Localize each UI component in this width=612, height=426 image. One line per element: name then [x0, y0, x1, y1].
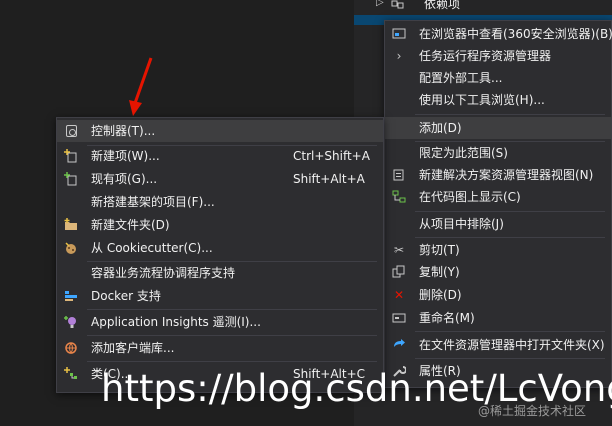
class-icon: [64, 367, 78, 381]
new-folder-icon: [64, 218, 78, 232]
menu-item-add[interactable]: 添加(D): [385, 117, 611, 139]
tree-node-label: 依赖项: [424, 0, 461, 11]
delete-x-icon: ✕: [393, 288, 405, 302]
existing-item-icon: [64, 172, 78, 186]
menu-item-scope-to-this[interactable]: 限定为此范围(S): [385, 142, 611, 164]
menu-item-browse-with[interactable]: 使用以下工具浏览(H)...: [385, 89, 611, 111]
menu-item-new-solution-view[interactable]: 新建解决方案资源管理器视图(N): [385, 164, 611, 186]
client-library-icon: [64, 341, 78, 355]
menu-separator: [87, 335, 377, 336]
menu-item-cut[interactable]: ✂ 剪切(T): [385, 239, 611, 261]
menu-item-task-runner[interactable]: › 任务运行程序资源管理器: [385, 45, 611, 67]
browser-icon: [392, 27, 406, 41]
menu-item-controller[interactable]: 控制器(T)...: [57, 120, 383, 142]
menu-item-show-on-code-map[interactable]: 在代码图上显示(C): [385, 186, 611, 208]
menu-item-open-in-explorer[interactable]: 在文件资源管理器中打开文件夹(X): [385, 334, 611, 356]
menu-item-orchestrator-support[interactable]: 容器业务流程协调程序支持: [57, 262, 383, 284]
tree-node-dependencies[interactable]: ▷ 依赖项: [354, 0, 612, 14]
submenu-add: 控制器(T)... 新建项(W)... Ctrl+Shift+A 现有项(G).…: [56, 117, 384, 393]
menu-item-existing-item[interactable]: 现有项(G)... Shift+Alt+A: [57, 168, 383, 190]
menu-item-delete[interactable]: ✕ 删除(D): [385, 284, 611, 306]
menu-item-copy[interactable]: 复制(Y): [385, 261, 611, 283]
menu-item-docker-support[interactable]: Docker 支持: [57, 285, 383, 307]
context-menu-project: 在浏览器中查看(360安全浏览器)(B) › 任务运行程序资源管理器 配置外部工…: [384, 20, 612, 388]
dependencies-icon: [391, 0, 404, 9]
menu-separator: [415, 114, 605, 115]
menu-item-cookiecutter[interactable]: 从 Cookiecutter(C)...: [57, 237, 383, 259]
expand-arrow-icon[interactable]: ▷: [376, 0, 384, 8]
menu-item-exclude-from-project[interactable]: 从项目中排除(J): [385, 213, 611, 235]
docker-icon: [64, 289, 78, 303]
new-view-icon: [392, 168, 406, 182]
cookiecutter-icon: [64, 241, 78, 255]
menu-item-new-scaffolded-item[interactable]: 新搭建基架的项目(F)...: [57, 191, 383, 213]
menu-separator: [415, 237, 605, 238]
menu-item-client-library[interactable]: 添加客户端库...: [57, 337, 383, 359]
new-item-icon: [64, 149, 78, 163]
open-folder-arrow-icon: [392, 338, 406, 352]
code-map-icon: [392, 190, 406, 204]
menu-separator: [87, 309, 377, 310]
chevron-right-icon: ›: [396, 49, 402, 63]
menu-separator: [415, 358, 605, 359]
menu-item-new-item[interactable]: 新建项(W)... Ctrl+Shift+A: [57, 145, 383, 167]
menu-item-rename[interactable]: 重命名(M): [385, 307, 611, 329]
menu-item-application-insights[interactable]: Application Insights 遥测(I)...: [57, 311, 383, 333]
source-watermark: @稀土掘金技术社区: [478, 404, 587, 418]
menu-separator: [415, 211, 605, 212]
menu-separator: [87, 361, 377, 362]
menu-item-configure-external-tools[interactable]: 配置外部工具...: [385, 67, 611, 89]
red-pointer-arrow-icon: [118, 56, 158, 123]
rename-icon: [392, 311, 406, 325]
insights-bulb-icon: [64, 315, 78, 329]
menu-item-new-folder[interactable]: 新建文件夹(D): [57, 214, 383, 236]
menu-separator: [415, 331, 605, 332]
copy-icon: [392, 265, 406, 279]
scissors-icon: ✂: [393, 243, 405, 257]
menu-item-view-in-browser[interactable]: 在浏览器中查看(360安全浏览器)(B): [385, 23, 612, 45]
controller-icon: [66, 125, 77, 137]
